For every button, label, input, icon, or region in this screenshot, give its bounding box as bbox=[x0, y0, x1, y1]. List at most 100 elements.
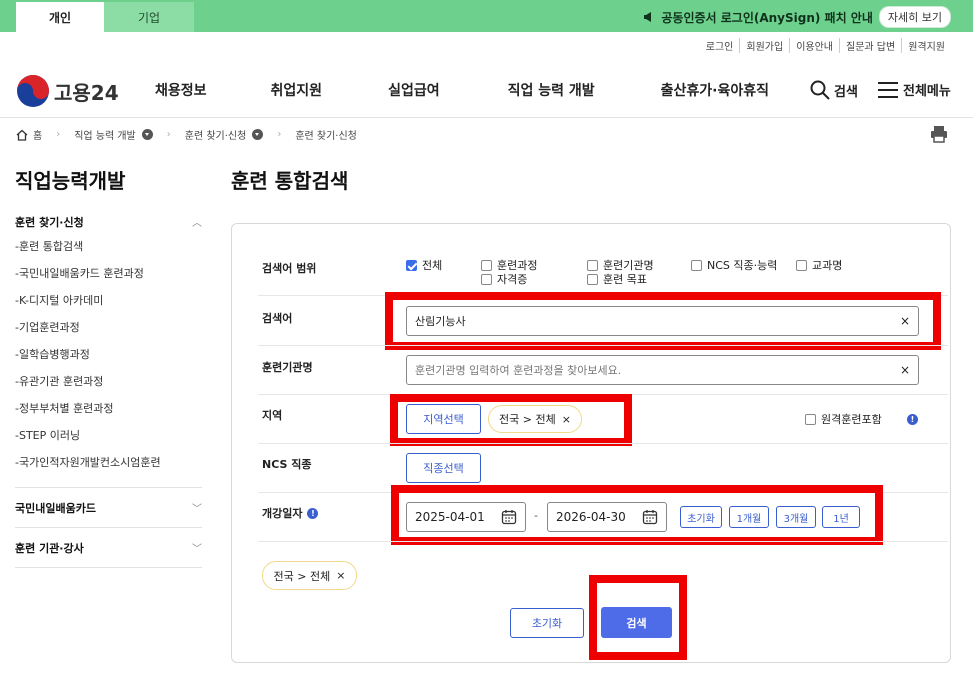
info-icon[interactable]: ! bbox=[307, 507, 319, 519]
scope-checkbox-ncs[interactable]: NCS 직종·능력 bbox=[691, 257, 777, 273]
scope-checkbox-goal[interactable]: 훈련 목표 bbox=[587, 271, 647, 287]
nav-vocational-training[interactable]: 직업 능력 개발 bbox=[508, 80, 595, 100]
scope-label: 검색어 범위 bbox=[262, 262, 317, 275]
sidebar-divider bbox=[15, 527, 202, 528]
checkbox-label: NCS 직종·능력 bbox=[707, 259, 778, 272]
breadcrumb-separator: › bbox=[56, 129, 61, 140]
sidebar-item-k-digital[interactable]: -K-디지털 아카데미 bbox=[15, 294, 161, 321]
sidebar-section-label: 훈련 찾기·신청 bbox=[15, 216, 84, 229]
page-title: 훈련 통합검색 bbox=[231, 169, 349, 193]
checkbox-icon bbox=[796, 259, 807, 271]
header-menu-label: 전체메뉴 bbox=[903, 84, 951, 99]
chevron-down-icon: ﹀ bbox=[192, 544, 202, 555]
signup-link[interactable]: 회원가입 bbox=[739, 38, 789, 53]
sidebar-section-institutions[interactable]: 훈련 기관·강사 ﹀ bbox=[15, 540, 202, 556]
checkbox-label: 교과명 bbox=[812, 259, 843, 272]
chevron-up-icon: ︿ bbox=[192, 218, 202, 229]
sidebar-item-company-training[interactable]: -기업훈련과정 bbox=[15, 321, 161, 348]
checkbox-label: 자격증 bbox=[497, 273, 528, 286]
sidebar-section-label: 국민내일배움카드 bbox=[15, 502, 96, 515]
guide-link[interactable]: 이용안내 bbox=[789, 38, 839, 53]
home-icon[interactable] bbox=[16, 129, 28, 141]
row-divider bbox=[258, 443, 948, 444]
nav-employment-support[interactable]: 취업지원 bbox=[271, 80, 323, 100]
sidebar-item-related-institutions[interactable]: -유관기관 훈련과정 bbox=[15, 375, 161, 402]
nav-unemployment-benefit[interactable]: 실업급여 bbox=[388, 80, 440, 100]
header-search-button[interactable]: 검색 bbox=[810, 80, 858, 100]
scope-checkbox-subject[interactable]: 교과명 bbox=[796, 257, 842, 273]
notice-more-button[interactable]: 자세히 보기 bbox=[878, 6, 951, 28]
breadcrumb-level2[interactable]: 훈련 찾기·신청 bbox=[185, 127, 247, 142]
institution-label: 훈련기관명 bbox=[262, 361, 313, 374]
breadcrumb: 홈 › 직업 능력 개발 › 훈련 찾기·신청 › 훈련 찾기·신청 bbox=[16, 127, 357, 142]
checkbox-label: 훈련 목표 bbox=[603, 273, 647, 286]
breadcrumb-separator: › bbox=[277, 129, 282, 140]
reset-button[interactable]: 초기화 bbox=[510, 608, 584, 638]
logo-text: 고용24 bbox=[54, 80, 119, 105]
scope-checkbox-certificate[interactable]: 자격증 bbox=[481, 271, 527, 287]
header-menu-button[interactable]: 전체메뉴 bbox=[878, 80, 951, 99]
checkbox-icon bbox=[587, 259, 598, 271]
sidebar-divider bbox=[15, 567, 202, 568]
checkbox-label: 원격훈련포함 bbox=[821, 413, 882, 426]
notice-banner: 공동인증서 로그인(AnySign) 패치 안내 자세히 보기 bbox=[643, 6, 951, 28]
breadcrumb-separator: › bbox=[166, 129, 171, 140]
checkbox-icon bbox=[481, 259, 492, 271]
sidebar-section-naeil-card[interactable]: 국민내일배움카드 ﹀ bbox=[15, 500, 202, 516]
sidebar-item-naeil-card[interactable]: -국민내일배움카드 훈련과정 bbox=[15, 267, 161, 294]
nav-parental-leave[interactable]: 출산휴가·육아휴직 bbox=[661, 80, 769, 100]
breadcrumb-level1[interactable]: 직업 능력 개발 bbox=[74, 127, 136, 142]
close-icon[interactable]: × bbox=[336, 569, 345, 582]
highlight-box bbox=[390, 394, 632, 446]
notice-text: 공동인증서 로그인(AnySign) 패치 안내 bbox=[661, 10, 873, 25]
remote-info-button[interactable]: ! bbox=[907, 411, 918, 425]
taegeuk-logo-icon bbox=[17, 75, 49, 107]
sidebar-item-work-study[interactable]: -일학습병행과정 bbox=[15, 348, 161, 375]
search-icon bbox=[810, 80, 830, 100]
remote-training-checkbox[interactable]: 원격훈련포함 bbox=[805, 411, 882, 427]
logo[interactable]: 고용24 bbox=[16, 74, 119, 108]
main-nav: 채용정보 취업지원 실업급여 직업 능력 개발 출산휴가·육아휴직 bbox=[155, 80, 833, 100]
sidebar-item-integrated-search[interactable]: -훈련 통합검색 bbox=[15, 240, 161, 267]
breadcrumb-home[interactable]: 홈 bbox=[33, 127, 42, 142]
tab-personal[interactable]: 개인 bbox=[16, 2, 104, 32]
sidebar-divider bbox=[15, 487, 202, 488]
chevron-down-icon[interactable] bbox=[252, 129, 264, 140]
institution-input[interactable]: 훈련기관명 입력하여 훈련과정을 찾아보세요. × bbox=[406, 355, 919, 385]
print-button[interactable] bbox=[930, 125, 948, 146]
qna-link[interactable]: 질문과 답변 bbox=[839, 38, 901, 53]
checkbox-checked-icon bbox=[406, 259, 417, 271]
sidebar-title: 직업능력개발 bbox=[15, 169, 126, 193]
tab-business[interactable]: 기업 bbox=[104, 2, 194, 32]
login-link[interactable]: 로그인 bbox=[700, 38, 740, 53]
remote-support-link[interactable]: 원격지원 bbox=[901, 38, 951, 53]
chevron-down-icon[interactable] bbox=[141, 129, 153, 140]
highlight-box bbox=[385, 292, 941, 350]
checkbox-icon bbox=[587, 273, 598, 285]
megaphone-icon bbox=[644, 12, 652, 22]
checkbox-icon bbox=[481, 273, 492, 285]
info-icon: ! bbox=[907, 414, 918, 425]
region-label: 지역 bbox=[262, 409, 283, 422]
selected-filter-chip[interactable]: 전국 > 전체 × bbox=[262, 561, 357, 590]
sidebar-item-step-elearning[interactable]: -STEP 이러닝 bbox=[15, 429, 161, 456]
header: 고용24 채용정보 취업지원 실업급여 직업 능력 개발 출산휴가·육아휴직 검… bbox=[0, 62, 973, 118]
ncs-label: NCS 직종 bbox=[262, 458, 312, 471]
checkbox-icon bbox=[691, 259, 702, 271]
header-search-label: 검색 bbox=[834, 84, 858, 100]
sidebar-item-consortium[interactable]: -국가인적자원개발컨소시엄훈련 bbox=[15, 456, 161, 483]
row-divider bbox=[258, 541, 948, 542]
ncs-select-button[interactable]: 직종선택 bbox=[406, 453, 481, 483]
top-bar: 개인 기업 공동인증서 로그인(AnySign) 패치 안내 자세히 보기 bbox=[0, 0, 973, 32]
nav-job-info[interactable]: 채용정보 bbox=[155, 80, 207, 100]
date-label: 개강일자 bbox=[262, 507, 303, 520]
hamburger-icon bbox=[878, 81, 898, 98]
keyword-label: 검색어 bbox=[262, 312, 293, 325]
clear-icon[interactable]: × bbox=[900, 363, 910, 377]
row-divider bbox=[258, 345, 948, 346]
sidebar-item-government-departments[interactable]: -정부부처별 훈련과정 bbox=[15, 402, 161, 429]
sidebar-section-label: 훈련 기관·강사 bbox=[15, 542, 84, 555]
highlight-box bbox=[391, 485, 883, 545]
sidebar-section-training-search[interactable]: 훈련 찾기·신청 ︿ bbox=[15, 214, 202, 230]
scope-checkbox-all[interactable]: 전체 bbox=[406, 257, 442, 273]
